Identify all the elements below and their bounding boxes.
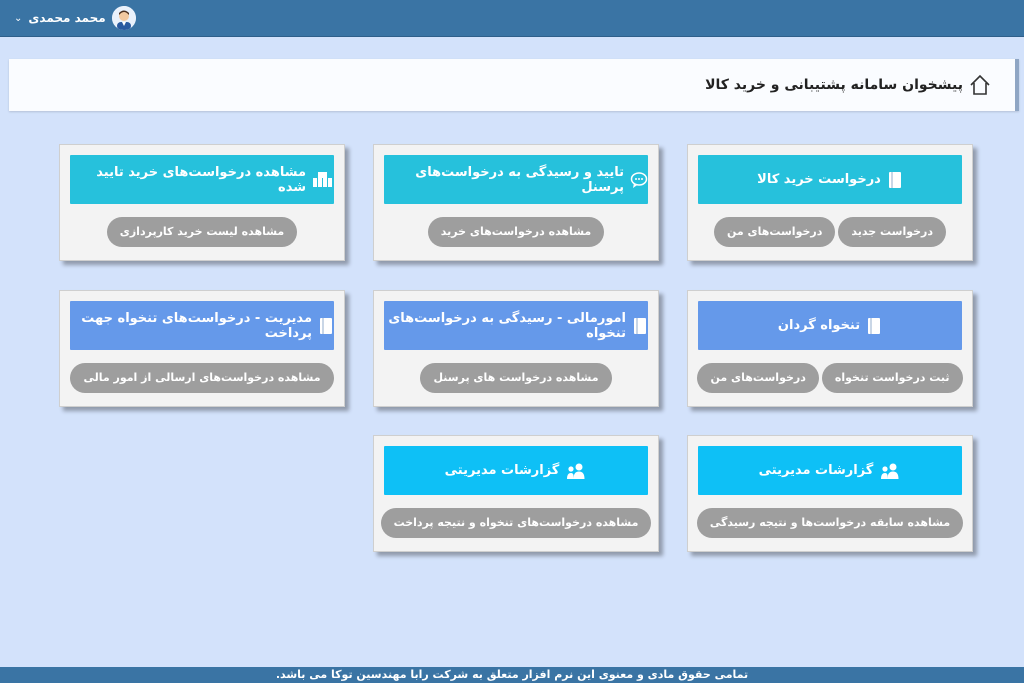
page-title: پیشخوان سامانه پشتیبانی و خرید کالا [705, 77, 963, 93]
page-title-bar: پیشخوان سامانه پشتیبانی و خرید کالا [9, 59, 1019, 111]
chevron-down-icon[interactable]: ⌄ [14, 13, 22, 24]
card-header-management-payment[interactable]: مدیریت - درخواست‌های تنخواه جهت پرداخت [70, 301, 334, 350]
users-icon [879, 462, 901, 480]
card-header-management-reports-2[interactable]: گزارشات مدیریتی [384, 446, 648, 495]
user-menu[interactable]: ⌄ محمد محمدی [14, 6, 136, 30]
my-requests-button[interactable]: درخواست‌های من [713, 217, 836, 247]
view-petty-cash-payments-button[interactable]: مشاهده درخواست‌های تنخواه و نتیجه پرداخت [380, 508, 652, 538]
top-bar: ⌄ محمد محمدی [0, 0, 1024, 37]
card-header-approved-purchases[interactable]: مشاهده درخواست‌های خرید تایید شده [70, 155, 334, 204]
card-finance-review: امورمالی - رسیدگی به درخواست‌های تنخواه … [373, 290, 659, 407]
card-approved-purchases: مشاهده درخواست‌های خرید تایید شده مشاهده… [59, 144, 345, 261]
my-petty-cash-requests-button[interactable]: درخواست‌های من [697, 363, 819, 393]
card-approve-requests: تایید و رسیدگی به درخواست‌های پرسنل مشاه… [373, 144, 659, 261]
book-icon [632, 317, 648, 335]
card-header-management-reports-1[interactable]: گزارشات مدیریتی [698, 446, 962, 495]
card-management-reports-2: گزارشات مدیریتی مشاهده درخواست‌های تنخوا… [373, 435, 659, 552]
book-icon [887, 171, 903, 189]
submit-petty-cash-request-button[interactable]: ثبت درخواست تنخواه [821, 363, 963, 393]
boxes-icon [312, 171, 334, 189]
card-header-approve-requests[interactable]: تایید و رسیدگی به درخواست‌های پرسنل [384, 155, 648, 204]
new-request-button[interactable]: درخواست جدید [838, 217, 947, 247]
footer-copyright: تمامی حقوق مادی و معنوی این نرم افزار مت… [0, 667, 1024, 683]
user-name[interactable]: محمد محمدی [28, 11, 105, 25]
card-header-petty-cash[interactable]: تنخواه گردان [698, 301, 962, 350]
view-finance-sent-requests-button[interactable]: مشاهده درخواست‌های ارسالی از امور مالی [70, 363, 334, 393]
book-icon [318, 317, 334, 335]
book-icon [866, 317, 882, 335]
card-purchase-request: درخواست خرید کالا درخواست جدید درخواست‌ه… [687, 144, 973, 261]
view-procurement-list-button[interactable]: مشاهده لیست خرید کارپردازی [106, 217, 298, 247]
users-icon [565, 462, 587, 480]
avatar[interactable] [111, 6, 136, 30]
view-request-history-button[interactable]: مشاهده سابقه درخواست‌ها و نتیجه رسیدگی [696, 508, 964, 538]
card-header-finance-review[interactable]: امورمالی - رسیدگی به درخواست‌های تنخواه [384, 301, 648, 350]
view-purchase-requests-button[interactable]: مشاهده درخواست‌های خرید [427, 217, 605, 247]
view-personnel-requests-button[interactable]: مشاهده درخواست های پرسنل [420, 363, 612, 393]
card-header-purchase-request[interactable]: درخواست خرید کالا [698, 155, 962, 204]
home-icon[interactable] [969, 74, 991, 96]
card-management-payment: مدیریت - درخواست‌های تنخواه جهت پرداخت م… [59, 290, 345, 407]
chat-icon [630, 171, 648, 189]
card-management-reports-1: گزارشات مدیریتی مشاهده سابقه درخواست‌ها … [687, 435, 973, 552]
card-petty-cash: تنخواه گردان ثبت درخواست تنخواه درخواست‌… [687, 290, 973, 407]
